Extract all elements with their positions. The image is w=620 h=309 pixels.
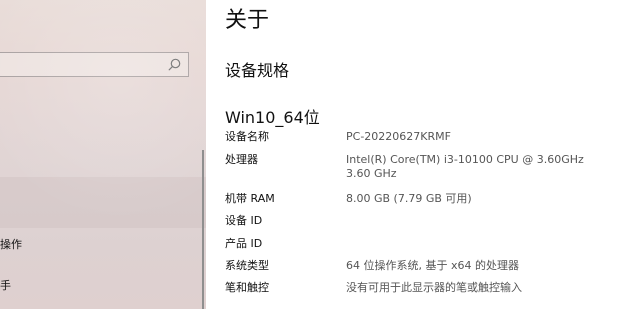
search-icon[interactable] <box>167 57 183 73</box>
spec-label-pen-and-touch: 笔和触控 <box>225 281 269 294</box>
settings-window: 操作 手 关于 设备规格 Win10_64位 设备名称 PC-20220627K… <box>0 0 620 309</box>
spec-value-system-type: 64 位操作系统, 基于 x64 的处理器 <box>346 259 519 272</box>
about-content: 关于 设备规格 Win10_64位 设备名称 PC-20220627KRMF 处… <box>206 0 620 309</box>
device-name-heading: Win10_64位 <box>225 108 320 127</box>
spec-value-installed-ram: 8.00 GB (7.79 GB 可用) <box>346 192 472 205</box>
spec-value-device-name: PC-20220627KRMF <box>346 130 451 143</box>
sidebar-item-operation[interactable]: 操作 <box>0 236 22 252</box>
device-specifications-title: 设备规格 <box>225 61 290 80</box>
spec-value-pen-and-touch: 没有可用于此显示器的笔或触控输入 <box>346 281 522 294</box>
spec-label-system-type: 系统类型 <box>225 259 269 272</box>
spec-label-installed-ram: 机带 RAM <box>225 192 275 205</box>
sidebar: 操作 手 <box>0 0 206 309</box>
selected-nav-item-background[interactable] <box>0 177 206 228</box>
search-input[interactable] <box>0 52 189 77</box>
spec-label-processor: 处理器 <box>225 153 258 166</box>
spec-label-device-id: 设备 ID <box>225 214 263 227</box>
spec-value-processor: Intel(R) Core(TM) i3-10100 CPU @ 3.60GHz… <box>346 153 584 181</box>
page-title: 关于 <box>225 8 270 33</box>
sidebar-item-hand[interactable]: 手 <box>0 277 11 293</box>
spec-label-product-id: 产品 ID <box>225 237 263 250</box>
sidebar-scrollbar[interactable] <box>202 150 204 309</box>
spec-label-device-name: 设备名称 <box>225 130 269 143</box>
